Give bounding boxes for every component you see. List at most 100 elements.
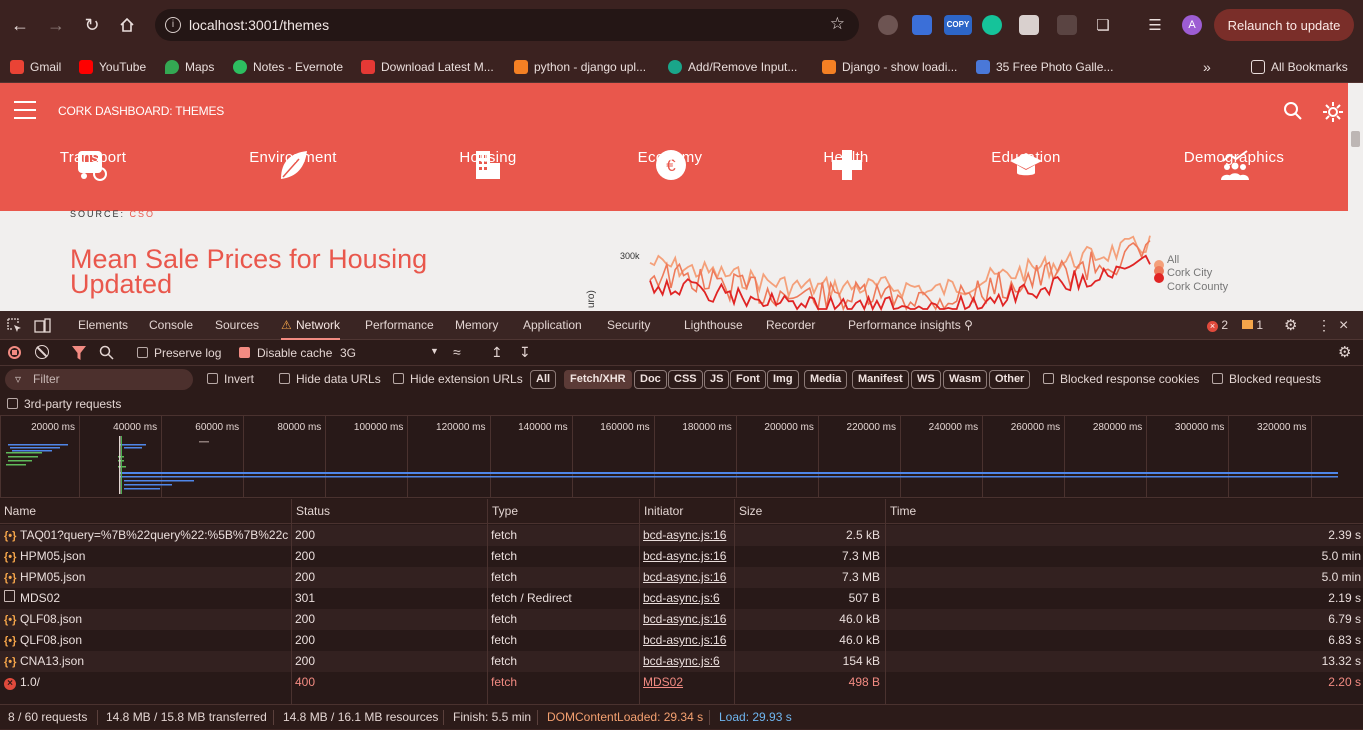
- filter-chip-doc[interactable]: Doc: [634, 370, 667, 389]
- forward-icon[interactable]: →: [43, 12, 69, 38]
- tab-console[interactable]: Console: [149, 311, 193, 340]
- back-icon[interactable]: ←: [7, 12, 33, 38]
- category-environment[interactable]: Environment: [218, 149, 368, 166]
- filter-chip-ws[interactable]: WS: [911, 370, 941, 389]
- filter-chip-img[interactable]: Img: [767, 370, 799, 389]
- tab-application[interactable]: Application: [523, 311, 582, 340]
- search-icon[interactable]: [1283, 101, 1303, 121]
- extension-screenshot-icon[interactable]: [1019, 15, 1039, 35]
- media-queue-icon[interactable]: ☰: [1142, 12, 1168, 38]
- table-row[interactable]: {•} CNA13.json 200 fetch bcd-async.js:6 154 k…: [0, 651, 1363, 672]
- extension-copy-icon[interactable]: COPY: [944, 15, 972, 35]
- relaunch-button[interactable]: Relaunch to update: [1214, 9, 1354, 41]
- tab-sources[interactable]: Sources: [215, 311, 259, 340]
- chevron-down-icon[interactable]: ▼: [430, 346, 439, 356]
- hamburger-menu-icon[interactable]: [14, 101, 36, 119]
- cell-initiator[interactable]: bcd-async.js:16: [643, 525, 729, 546]
- disable-cache-checkbox[interactable]: [239, 347, 250, 358]
- close-devtools-icon[interactable]: ×: [1339, 311, 1348, 340]
- filter-chip-media[interactable]: Media: [804, 370, 848, 389]
- extension-window-icon[interactable]: [912, 15, 932, 35]
- home-icon[interactable]: [114, 12, 140, 38]
- cell-initiator[interactable]: MDS02: [643, 672, 729, 693]
- errors-count[interactable]: × 2: [1207, 311, 1228, 340]
- tab-security[interactable]: Security: [607, 311, 650, 340]
- column-name[interactable]: Name: [0, 499, 36, 524]
- network-overview-timeline[interactable]: 20000 ms 40000 ms 60000 ms 80000 ms 100000 m…: [0, 416, 1363, 498]
- blocked-requests-checkbox[interactable]: [1212, 373, 1223, 384]
- cell-initiator[interactable]: bcd-async.js:6: [643, 651, 729, 672]
- source-link[interactable]: CSO: [130, 209, 156, 219]
- category-education[interactable]: Education: [951, 149, 1101, 166]
- warnings-count[interactable]: 1: [1242, 311, 1263, 340]
- column-type[interactable]: Type: [487, 499, 518, 524]
- device-toolbar-icon[interactable]: [34, 318, 51, 333]
- bookmark-download[interactable]: Download Latest M...: [361, 50, 494, 83]
- record-stop-icon[interactable]: [8, 346, 21, 359]
- import-har-icon[interactable]: ↥: [491, 344, 503, 361]
- clear-icon[interactable]: [35, 345, 49, 359]
- column-initiator[interactable]: Initiator: [639, 499, 683, 524]
- filter-chip-all[interactable]: All: [530, 370, 557, 389]
- tab-elements[interactable]: Elements: [78, 311, 128, 340]
- blocked-cookies-checkbox[interactable]: [1043, 373, 1054, 384]
- hide-data-urls-checkbox[interactable]: [279, 373, 290, 384]
- filter-chip-other[interactable]: Other: [989, 370, 1031, 389]
- tab-lighthouse[interactable]: Lighthouse: [684, 311, 743, 340]
- housing-price-chart[interactable]: 300k uro) All Cork City Cork County: [580, 211, 1240, 311]
- cell-initiator[interactable]: bcd-async.js:16: [643, 546, 729, 567]
- extension-grey-icon[interactable]: [1057, 15, 1077, 35]
- bookmark-maps[interactable]: Maps: [165, 50, 214, 83]
- table-row[interactable]: {•} QLF08.json 200 fetch bcd-async.js:16 46.0…: [0, 609, 1363, 630]
- category-health[interactable]: Health: [771, 149, 921, 166]
- third-party-checkbox[interactable]: [7, 398, 18, 409]
- cell-initiator[interactable]: bcd-async.js:16: [643, 609, 729, 630]
- tab-memory[interactable]: Memory: [455, 311, 498, 340]
- bookmark-evernote[interactable]: Notes - Evernote: [233, 50, 343, 83]
- extension-grammarly-icon[interactable]: [982, 15, 1002, 35]
- table-row[interactable]: {•} HPM05.json 200 fetch bcd-async.js:16 7.3 …: [0, 546, 1363, 567]
- page-scrollbar[interactable]: [1348, 83, 1363, 311]
- network-conditions-icon[interactable]: ≈: [453, 344, 461, 360]
- bookmark-python-django[interactable]: python - django upl...: [514, 50, 646, 83]
- filter-chip-font[interactable]: Font: [730, 370, 766, 389]
- invert-checkbox[interactable]: [207, 373, 218, 384]
- tab-performance[interactable]: Performance: [365, 311, 434, 340]
- export-har-icon[interactable]: ↧: [519, 344, 531, 361]
- all-bookmarks[interactable]: All Bookmarks: [1251, 50, 1348, 83]
- bookmark-add-remove[interactable]: Add/Remove Input...: [668, 50, 797, 83]
- bookmark-gmail[interactable]: Gmail: [10, 50, 61, 83]
- extension-owl-icon[interactable]: [878, 15, 898, 35]
- column-status[interactable]: Status: [291, 499, 330, 524]
- bookmark-django-show[interactable]: Django - show loadi...: [822, 50, 957, 83]
- filter-funnel-icon[interactable]: [72, 346, 86, 360]
- more-options-icon[interactable]: ⋮: [1317, 311, 1331, 340]
- cell-initiator[interactable]: bcd-async.js:16: [643, 630, 729, 651]
- filter-chip-wasm[interactable]: Wasm: [943, 370, 987, 389]
- bookmark-youtube[interactable]: YouTube: [79, 50, 146, 83]
- search-icon[interactable]: [99, 345, 114, 360]
- tab-network[interactable]: ⚠ Network: [281, 311, 341, 340]
- bookmark-photo-gallery[interactable]: 35 Free Photo Galle...: [976, 50, 1113, 83]
- bookmark-star-icon[interactable]: ☆: [830, 14, 845, 34]
- reload-icon[interactable]: ↻: [79, 12, 105, 38]
- bookmarks-overflow-icon[interactable]: »: [1203, 50, 1211, 83]
- tab-recorder[interactable]: Recorder: [766, 311, 815, 340]
- preserve-log-checkbox[interactable]: [137, 347, 148, 358]
- tab-performance-insights[interactable]: Performance insights ⚲: [848, 311, 973, 340]
- table-row[interactable]: {•} HPM05.json 200 fetch bcd-async.js:16 7.3 …: [0, 567, 1363, 588]
- filter-chip-manifest[interactable]: Manifest: [852, 370, 909, 389]
- address-bar[interactable]: i localhost:3001/themes ☆: [155, 9, 859, 41]
- category-transport[interactable]: Transport: [18, 149, 168, 166]
- site-info-icon[interactable]: i: [165, 17, 181, 33]
- sun-icon[interactable]: [1322, 101, 1344, 123]
- category-housing[interactable]: Housing: [413, 149, 563, 166]
- throttling-select[interactable]: 3G: [340, 346, 356, 360]
- inspect-element-icon[interactable]: [7, 318, 22, 333]
- scrollbar-thumb[interactable]: [1351, 131, 1360, 147]
- filter-chip-css[interactable]: CSS: [668, 370, 703, 389]
- column-time[interactable]: Time: [885, 499, 916, 524]
- network-settings-gear-icon[interactable]: ⚙: [1338, 343, 1351, 361]
- table-row[interactable]: MDS02 301 fetch / Redirect bcd-async.js:6 50…: [0, 588, 1363, 609]
- category-demographics[interactable]: Demographics: [1159, 149, 1309, 166]
